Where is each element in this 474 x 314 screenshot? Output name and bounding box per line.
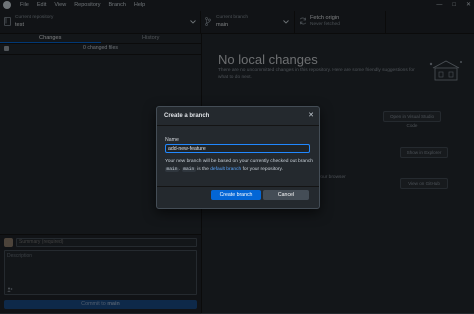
dialog-divider — [157, 125, 319, 126]
default-branch-link[interactable]: default branch — [210, 167, 241, 172]
dialog-title: Create a branch — [164, 113, 210, 119]
note-suffix: for your repository. — [242, 166, 283, 172]
create-branch-dialog: Create a branch ✕ Name Your new branch w… — [156, 106, 320, 209]
note-period: . — [179, 166, 181, 172]
dialog-footer-divider — [157, 186, 319, 187]
cancel-button[interactable]: Cancel — [263, 190, 309, 200]
branch-name-label: Name — [165, 137, 179, 143]
note-branch-code-2: main — [181, 166, 196, 172]
close-icon[interactable]: ✕ — [308, 111, 314, 119]
note-prefix: Your new branch will be based on your cu… — [165, 159, 313, 164]
branch-base-note: Your new branch will be based on your cu… — [165, 158, 313, 173]
branch-name-input[interactable] — [165, 144, 310, 153]
note-is: is the — [197, 166, 209, 172]
create-branch-button[interactable]: Create branch — [211, 190, 261, 200]
note-branch-code: main — [165, 166, 180, 172]
